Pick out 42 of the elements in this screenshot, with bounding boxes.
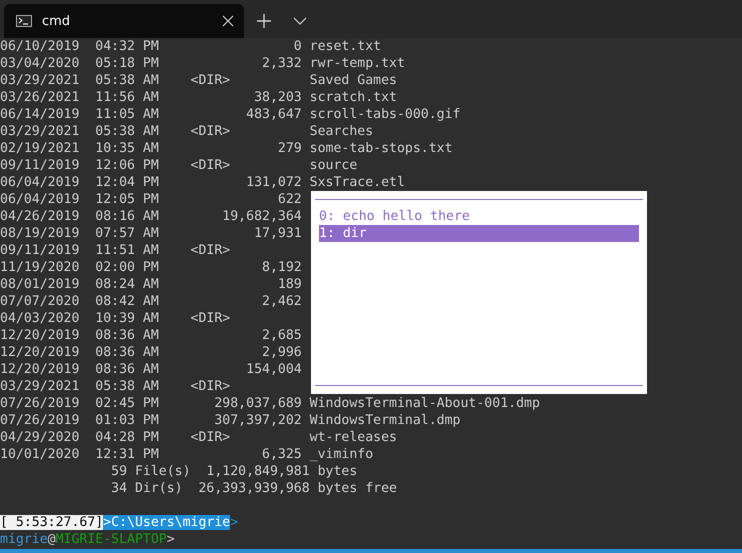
prompt-text: >: [166, 532, 175, 547]
history-item[interactable]: 1: dir: [319, 225, 639, 242]
prompt-text: [ 5:53:27.67]: [0, 515, 104, 530]
prompt-text: @: [48, 532, 56, 547]
terminal-line: 12/20/2019 08:36 AM 2,685: [0, 328, 302, 343]
terminal-line: 08/01/2019 08:24 AM 189: [0, 277, 302, 292]
close-icon[interactable]: [222, 15, 234, 27]
terminal-line: 12/20/2019 08:36 AM 154,004: [0, 362, 302, 377]
terminal-line: 04/03/2020 10:39 AM <DIR>: [0, 311, 230, 326]
prompt-text: >C:\Users\migrie: [103, 515, 230, 530]
terminal-line: 03/26/2021 11:56 AM 38,203 scratch.txt: [0, 90, 397, 105]
terminal-line: 04/26/2019 08:16 AM 19,682,364: [0, 209, 302, 224]
terminal-line: 10/01/2020 12:31 PM 6,325 _viminfo: [0, 447, 374, 462]
prompt-text: >: [230, 515, 238, 530]
terminal-line: 07/26/2019 02:45 PM 298,037,689 WindowsTerminal-About-001.dmp: [0, 396, 540, 411]
terminal-line: 07/07/2020 08:42 AM 2,462: [0, 294, 302, 309]
terminal-line: 12/20/2019 08:36 AM 2,996: [0, 345, 302, 360]
terminal-line: 03/29/2021 05:38 AM <DIR>: [0, 379, 230, 394]
terminal-line: 04/29/2020 04:28 PM <DIR> wt-releases: [0, 430, 397, 445]
terminal-line: 03/29/2021 05:38 AM <DIR> Searches: [0, 124, 374, 139]
terminal-line: 09/11/2019 12:06 PM <DIR> source: [0, 158, 358, 173]
terminal-line: 11/19/2020 02:00 PM 8,192: [0, 260, 302, 275]
terminal-line: 08/19/2019 07:57 AM 17,931: [0, 226, 302, 241]
terminal-line: 06/04/2019 12:04 PM 131,072 SxsTrace.etl: [0, 175, 405, 190]
terminal-line: 07/26/2019 01:03 PM 307,397,202 WindowsTerminal.dmp: [0, 413, 460, 428]
prompt-text: MIGRIE-SLAPTOP: [56, 532, 167, 547]
terminal-icon: [16, 15, 32, 27]
tab-title: cmd: [42, 14, 72, 28]
terminal-line: 34 Dir(s) 26,393,939,968 bytes free: [110, 481, 397, 496]
terminal-line: 03/04/2020 05:18 PM 2,332 rwr-temp.txt: [0, 56, 405, 71]
history-item[interactable]: 0: echo hello there: [319, 208, 639, 225]
terminal-line: 03/29/2021 05:38 AM <DIR> Saved Games: [0, 73, 397, 88]
terminal-line: 06/14/2019 11:05 AM 483,647 scroll-tabs-000.gif: [0, 107, 460, 122]
terminal-line: 59 File(s) 1,120,849,981 bytes: [110, 464, 358, 479]
terminal-line: 02/19/2021 10:35 AM 279 some-tab-stops.txt: [0, 141, 453, 156]
prompt-text: migrie: [0, 532, 48, 547]
plus-icon: [257, 14, 271, 28]
terminal-line: 09/11/2019 11:51 AM <DIR>: [0, 243, 230, 258]
chevron-down-icon: [293, 17, 307, 25]
terminal-tab[interactable]: cmd: [4, 4, 244, 38]
terminal-line: 06/10/2019 04:32 PM 0 reset.txt: [0, 39, 382, 54]
terminal-line: 06/04/2019 12:05 PM 622: [0, 192, 302, 207]
